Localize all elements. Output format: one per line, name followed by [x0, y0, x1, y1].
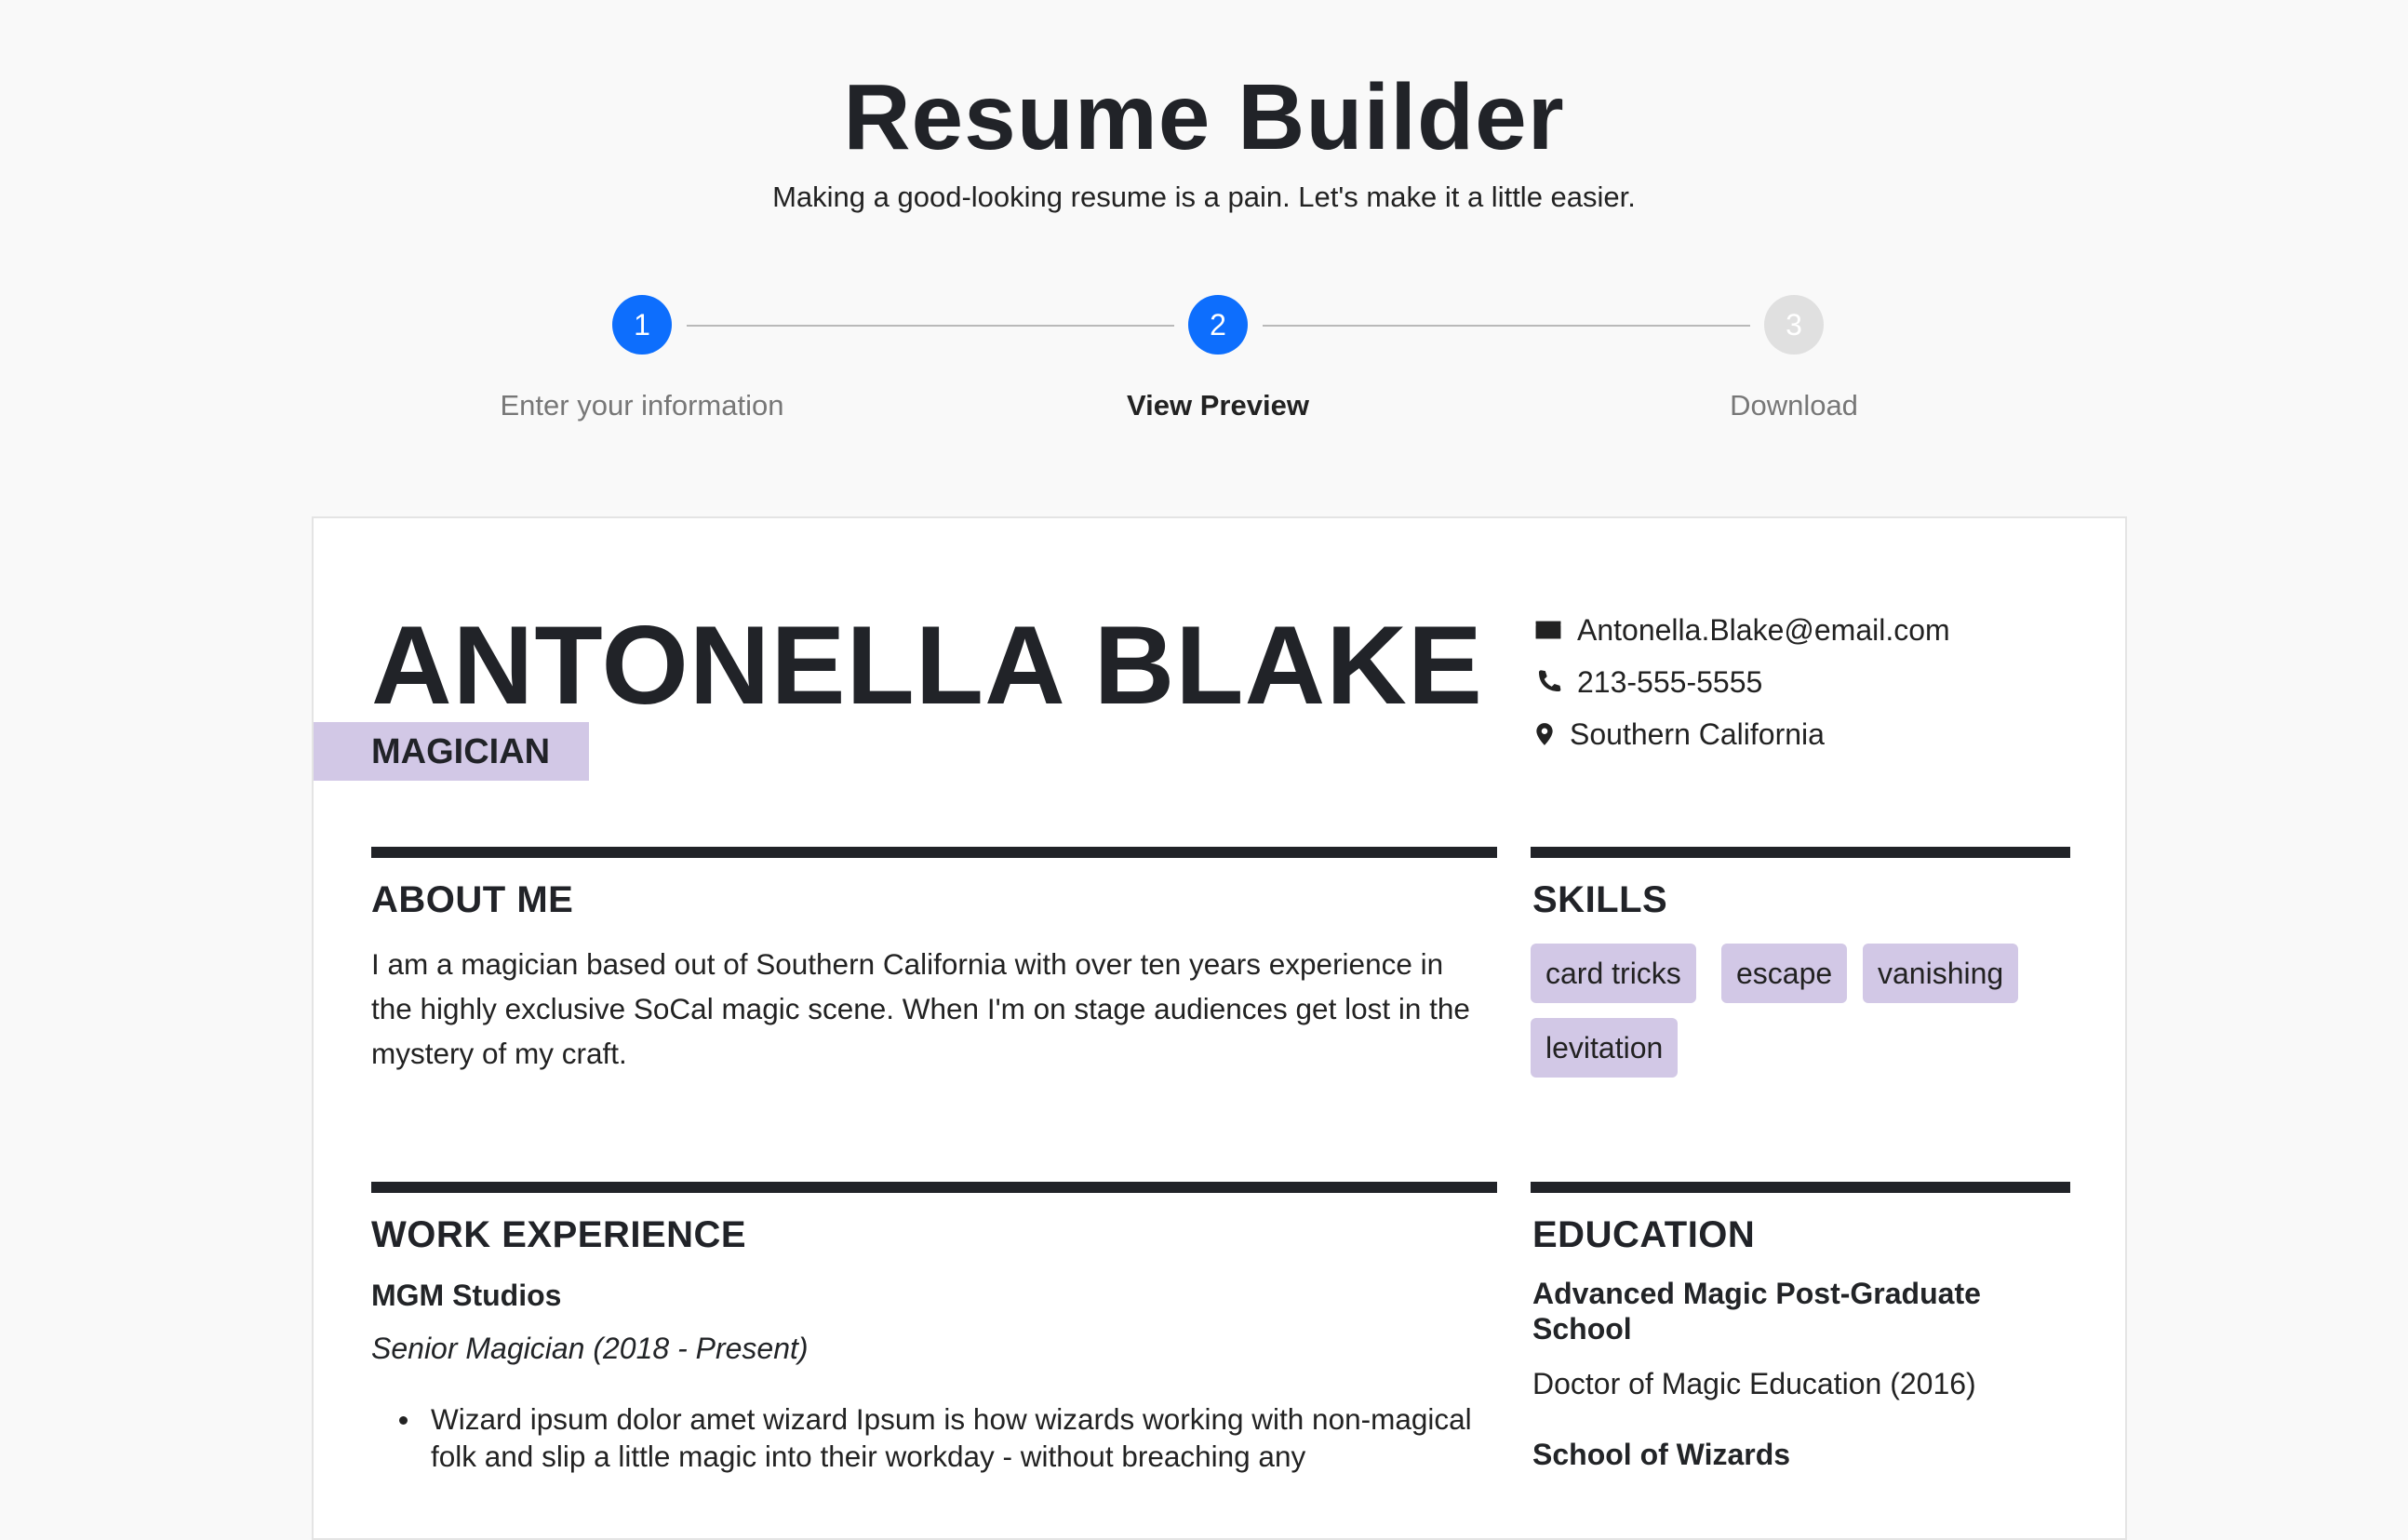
work-bullets: Wizard ipsum dolor amet wizard Ipsum is …	[371, 1400, 1488, 1475]
work-heading: WORK EXPERIENCE	[371, 1214, 747, 1255]
resume-preview: ANTONELLA BLAKE MAGICIAN Antonella.Blake…	[312, 516, 2127, 1540]
skill-tag: card tricks	[1531, 944, 1696, 1003]
education-school: School of Wizards	[1532, 1438, 1791, 1471]
page-title: Resume Builder	[843, 65, 1565, 169]
step-connector-1	[687, 325, 1174, 327]
contact-phone-text: 213-555-5555	[1577, 664, 1763, 699]
work-divider	[371, 1182, 1497, 1193]
envelope-icon	[1532, 614, 1564, 646]
phone-icon	[1532, 666, 1564, 698]
step-1-circle[interactable]: 1	[612, 295, 672, 355]
contact-location: Southern California	[1532, 716, 1825, 753]
step-1-label[interactable]: Enter your information	[409, 387, 875, 424]
skills-heading: SKILLS	[1532, 879, 1668, 920]
contact-location-text: Southern California	[1570, 716, 1825, 751]
education-divider	[1531, 1182, 2070, 1193]
skills-divider	[1531, 847, 2070, 858]
about-text: I am a magician based out of Southern Ca…	[371, 947, 1470, 1070]
about-divider	[371, 847, 1497, 858]
contact-email-text: Antonella.Blake@email.com	[1577, 612, 1950, 647]
skill-tag: levitation	[1531, 1018, 1679, 1078]
contact-email: Antonella.Blake@email.com	[1532, 611, 1950, 649]
skill-tag: vanishing	[1863, 944, 2019, 1003]
step-2-label[interactable]: View Preview	[985, 387, 1451, 424]
step-3-circle[interactable]: 3	[1764, 295, 1824, 355]
work-role: Senior Magician (2018 - Present)	[371, 1332, 809, 1365]
step-2-circle[interactable]: 2	[1188, 295, 1248, 355]
education-school: Advanced Magic Post-Graduate School	[1532, 1277, 1981, 1346]
education-degree: Doctor of Magic Education (2016)	[1532, 1367, 1976, 1400]
work-company: MGM Studios	[371, 1279, 562, 1312]
map-pin-icon	[1532, 718, 1557, 750]
work-bullet: Wizard ipsum dolor amet wizard Ipsum is …	[371, 1400, 1488, 1475]
step-connector-2	[1263, 325, 1750, 327]
education-heading: EDUCATION	[1532, 1214, 1756, 1255]
skill-tag: escape	[1721, 944, 1848, 1003]
page-subtitle: Making a good-looking resume is a pain. …	[772, 181, 1636, 213]
resume-name: ANTONELLA BLAKE	[371, 603, 1483, 728]
contact-phone: 213-555-5555	[1532, 663, 1762, 701]
step-3-label[interactable]: Download	[1561, 387, 2027, 424]
about-heading: ABOUT ME	[371, 879, 574, 920]
resume-job-title: MAGICIAN	[371, 732, 551, 771]
